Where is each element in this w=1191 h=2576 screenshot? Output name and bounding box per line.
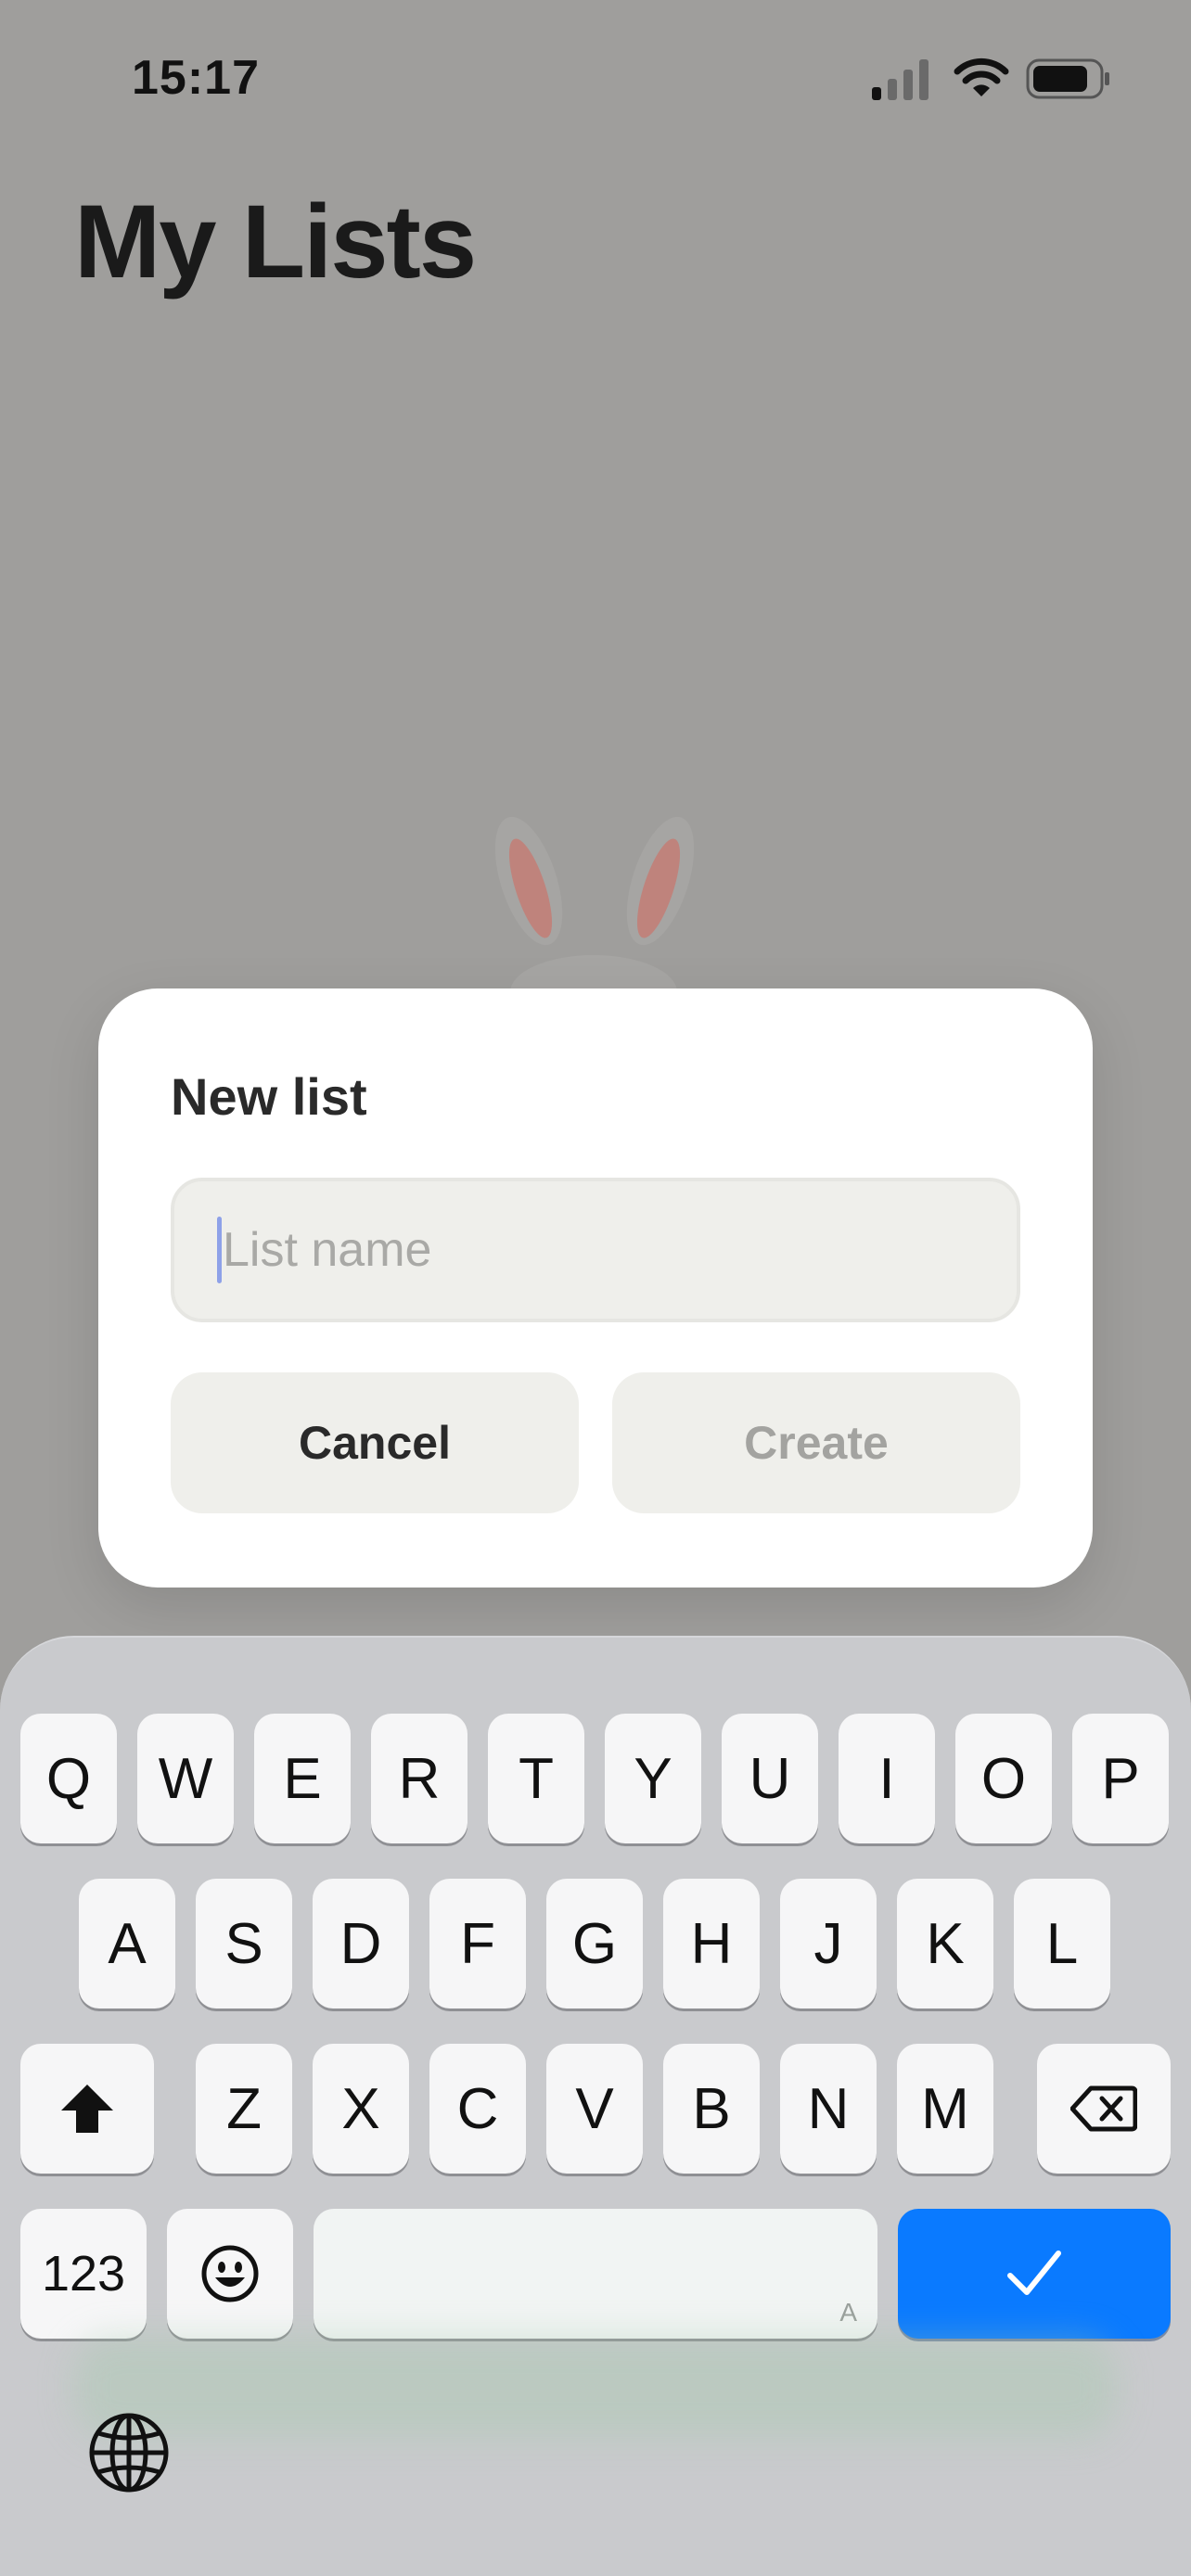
key-n[interactable]: N [780, 2044, 877, 2174]
key-label: X [341, 2076, 380, 2141]
key-label: J [813, 1911, 843, 1976]
emoji-key[interactable] [167, 2209, 293, 2339]
emoji-icon [201, 2245, 259, 2302]
page-title: My Lists [74, 184, 477, 300]
wifi-icon [954, 57, 1009, 96]
key-label: K [926, 1911, 965, 1976]
keyboard-glow [74, 2337, 1117, 2439]
space-key-glyph: A [839, 2298, 857, 2327]
key-label: N [807, 2076, 850, 2141]
key-l[interactable]: L [1014, 1879, 1110, 2009]
key-label: P [1101, 1746, 1140, 1811]
cancel-button[interactable]: Cancel [171, 1372, 579, 1513]
key-x[interactable]: X [313, 2044, 409, 2174]
key-label: Q [45, 1746, 92, 1811]
globe-icon[interactable] [87, 2411, 171, 2494]
key-label: C [456, 2076, 499, 2141]
key-label: R [398, 1746, 441, 1811]
key-label: E [283, 1746, 322, 1811]
numbers-key-label: 123 [41, 2246, 126, 2302]
status-bar: 15:17 [0, 0, 1191, 158]
key-o[interactable]: O [955, 1714, 1052, 1843]
key-label: A [108, 1911, 147, 1976]
key-label: W [158, 1746, 213, 1811]
key-y[interactable]: Y [605, 1714, 701, 1843]
bunny-illustration [494, 816, 695, 992]
key-label: B [692, 2076, 731, 2141]
key-k[interactable]: K [897, 1879, 993, 2009]
key-r[interactable]: R [371, 1714, 467, 1843]
key-b[interactable]: B [663, 2044, 760, 2174]
key-e[interactable]: E [254, 1714, 351, 1843]
key-v[interactable]: V [546, 2044, 643, 2174]
key-label: T [519, 1746, 554, 1811]
shift-key[interactable] [20, 2044, 154, 2174]
key-label: M [921, 2076, 969, 2141]
list-name-input[interactable] [171, 1178, 1020, 1322]
key-label: O [980, 1746, 1027, 1811]
key-label: S [224, 1911, 263, 1976]
key-p[interactable]: P [1072, 1714, 1169, 1843]
key-label: V [575, 2076, 614, 2141]
key-label: I [878, 1746, 895, 1811]
cellular-signal-icon [872, 59, 928, 100]
key-label: U [749, 1746, 791, 1811]
key-label: L [1045, 1911, 1079, 1976]
battery-icon [1026, 58, 1109, 99]
key-label: G [571, 1911, 618, 1976]
key-t[interactable]: T [488, 1714, 584, 1843]
new-list-dialog: New list Cancel Create [98, 988, 1093, 1588]
key-q[interactable]: Q [20, 1714, 117, 1843]
status-time: 15:17 [132, 51, 260, 105]
key-label: Z [226, 2076, 262, 2141]
key-d[interactable]: D [313, 1879, 409, 2009]
numbers-key[interactable]: 123 [20, 2209, 147, 2339]
key-z[interactable]: Z [196, 2044, 292, 2174]
key-s[interactable]: S [196, 1879, 292, 2009]
key-label: F [460, 1911, 495, 1976]
space-key[interactable]: A [314, 2209, 877, 2339]
key-i[interactable]: I [839, 1714, 935, 1843]
screen: 15:17 My Lists New list Cancel Creat [0, 0, 1191, 2576]
key-h[interactable]: H [663, 1879, 760, 2009]
key-a[interactable]: A [79, 1879, 175, 2009]
text-cursor [217, 1217, 222, 1283]
key-label: Y [634, 1746, 672, 1811]
key-j[interactable]: J [780, 1879, 877, 2009]
key-label: D [339, 1911, 382, 1976]
key-w[interactable]: W [137, 1714, 234, 1843]
checkmark-icon [1007, 2251, 1061, 2295]
key-m[interactable]: M [897, 2044, 993, 2174]
key-c[interactable]: C [429, 2044, 526, 2174]
shift-icon [61, 2085, 113, 2133]
key-f[interactable]: F [429, 1879, 526, 2009]
backspace-key[interactable] [1037, 2044, 1171, 2174]
key-u[interactable]: U [722, 1714, 818, 1843]
dialog-title: New list [171, 1067, 367, 1126]
key-label: H [690, 1911, 733, 1976]
create-button[interactable]: Create [612, 1372, 1020, 1513]
key-g[interactable]: G [546, 1879, 643, 2009]
backspace-icon [1070, 2085, 1137, 2132]
done-key[interactable] [898, 2209, 1171, 2339]
